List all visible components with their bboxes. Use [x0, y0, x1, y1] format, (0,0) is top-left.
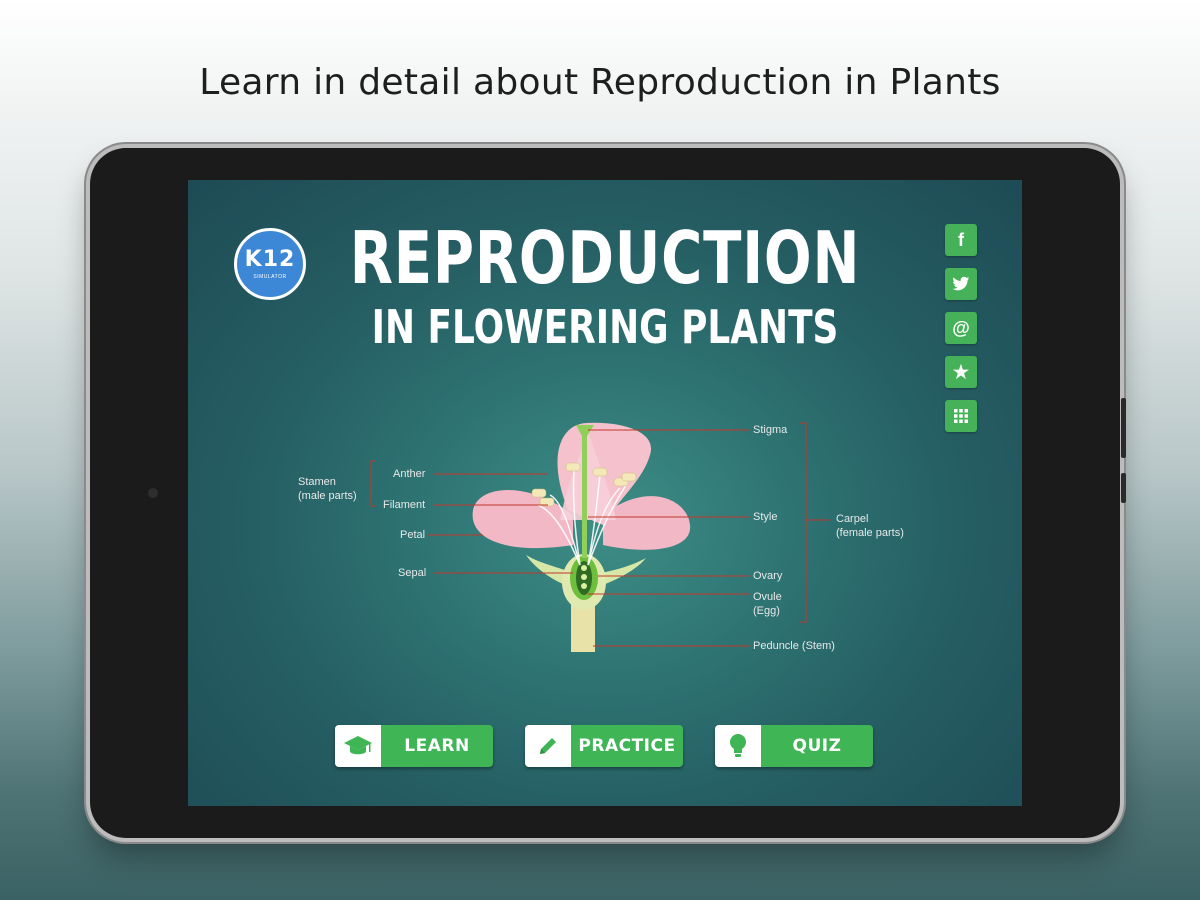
tablet-camera [148, 488, 158, 498]
label-ovule: Ovule [753, 591, 782, 603]
label-filament: Filament [383, 499, 425, 511]
graduation-cap-icon [335, 725, 381, 767]
learn-button[interactable]: LEARN [335, 725, 493, 767]
label-stigma: Stigma [753, 424, 788, 436]
promo-headline: Learn in detail about Reproduction in Pl… [199, 62, 1001, 103]
label-carpel: Carpel [836, 513, 868, 525]
label-sepal: Sepal [398, 567, 426, 579]
volume-button [1121, 398, 1126, 458]
label-ovule-sub: (Egg) [753, 605, 780, 617]
label-peduncle: Peduncle (Stem) [753, 640, 835, 652]
label-stamen-sub: (male parts) [298, 490, 357, 502]
learn-button-label: LEARN [404, 736, 470, 756]
style-shape [582, 430, 587, 558]
label-petal: Petal [400, 529, 425, 541]
label-anther: Anther [393, 468, 426, 480]
power-button [1121, 473, 1126, 503]
quiz-button[interactable]: QUIZ [715, 725, 873, 767]
label-carpel-sub: (female parts) [836, 527, 904, 539]
pencil-icon [525, 725, 571, 767]
app-screen: K12 SIMULATOR REPRODUCTION IN FLOWERING … [188, 180, 1022, 806]
label-stamen: Stamen [298, 476, 336, 488]
flower-diagram: Stamen (male parts) Anther Filament Peta… [298, 422, 904, 652]
left-petal [472, 490, 573, 549]
quiz-button-label: QUIZ [792, 736, 842, 756]
practice-button[interactable]: PRACTICE [525, 725, 683, 767]
label-style: Style [753, 511, 777, 523]
practice-button-label: PRACTICE [578, 736, 676, 756]
tablet-frame: K12 SIMULATOR REPRODUCTION IN FLOWERING … [90, 148, 1126, 838]
lightbulb-icon [715, 725, 761, 767]
label-ovary: Ovary [753, 570, 783, 582]
